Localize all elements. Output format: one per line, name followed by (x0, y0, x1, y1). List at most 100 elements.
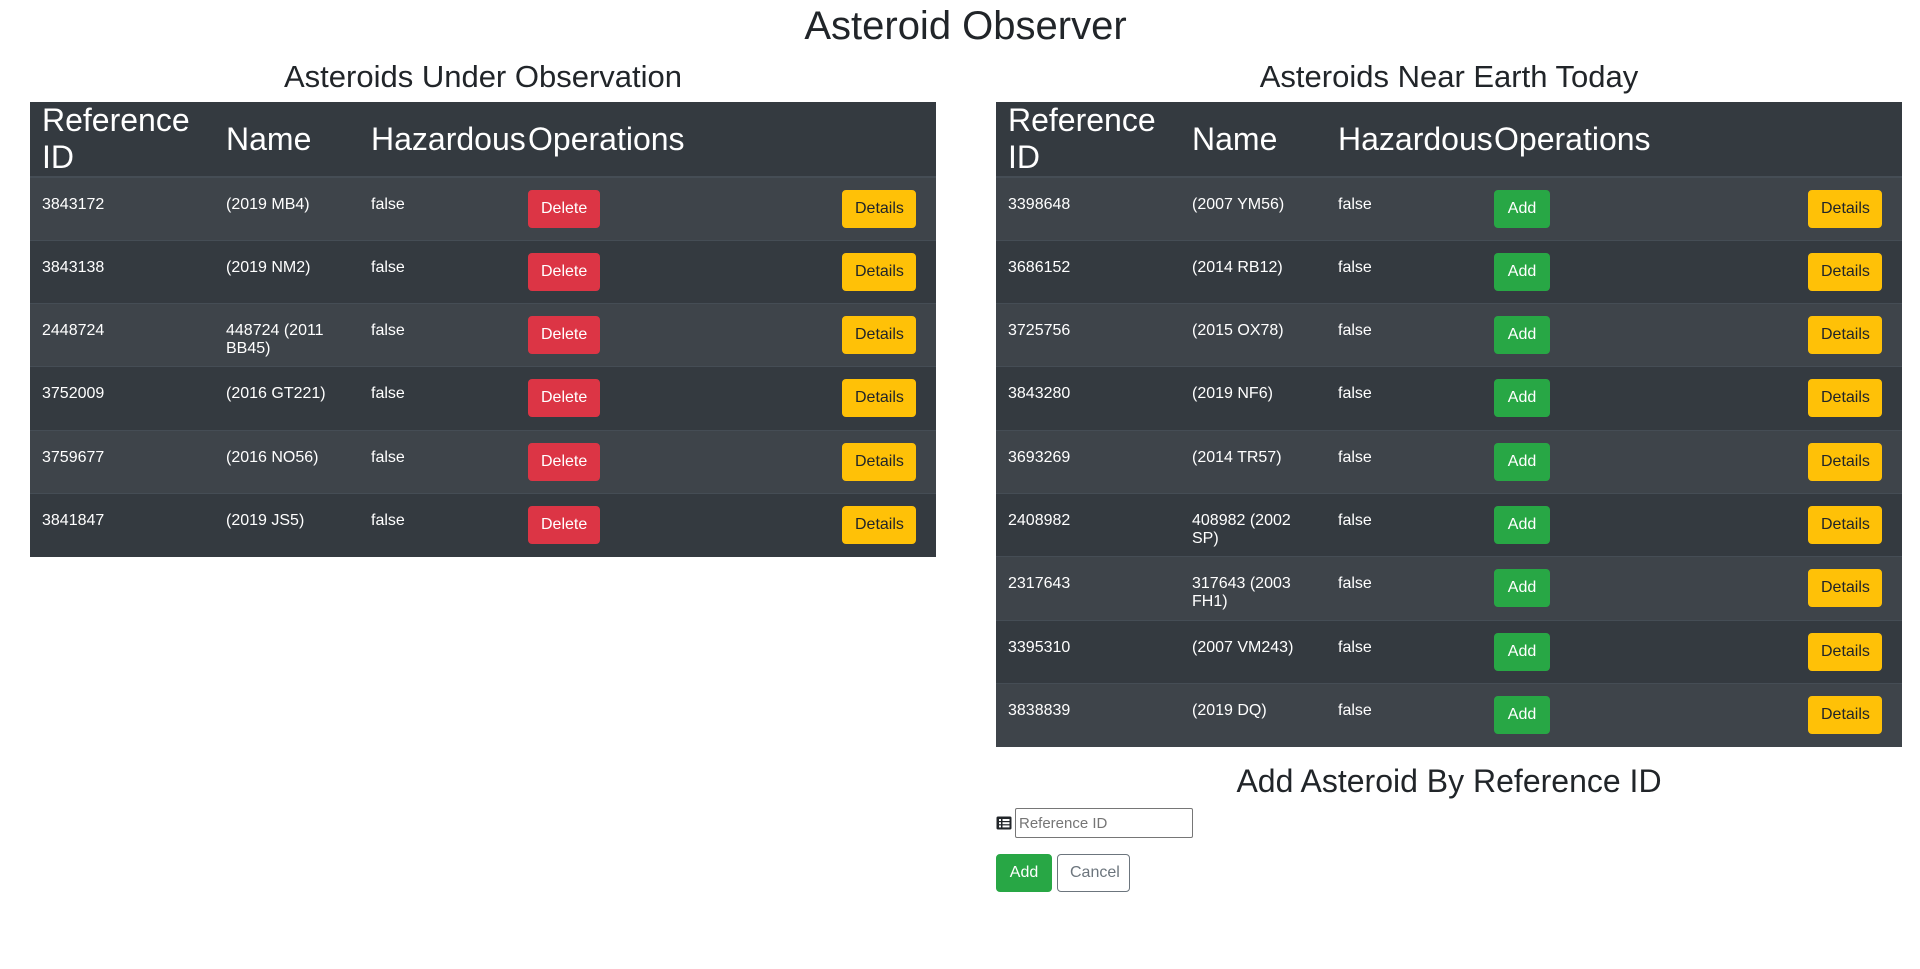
details-button[interactable]: Details (1808, 316, 1882, 355)
table-row: 3693269 (2014 TR57) false Add Details (996, 429, 1902, 494)
column-header-reference-id: Reference ID (996, 102, 1180, 178)
cell-operations: Add Details (1482, 556, 1902, 621)
cell-reference-id: 3843138 (30, 239, 214, 304)
delete-button[interactable]: Delete (528, 316, 600, 355)
delete-button[interactable]: Delete (528, 252, 600, 291)
table-header-row: Reference ID Name Hazardous Operations (996, 102, 1902, 178)
cell-name: (2016 GT221) (214, 366, 359, 431)
cell-operations: Delete Details (516, 366, 936, 431)
add-button[interactable]: Add (996, 854, 1052, 892)
add-asteroid-button[interactable]: Add (1494, 379, 1550, 418)
cell-name: (2014 RB12) (1180, 239, 1326, 304)
cell-reference-id: 3395310 (996, 619, 1180, 684)
add-asteroid-button[interactable]: Add (1494, 569, 1550, 608)
cell-operations: Add Details (1482, 176, 1902, 241)
cell-name: (2014 TR57) (1180, 429, 1326, 494)
cell-name: (2019 JS5) (214, 492, 359, 557)
near-earth-title: Asteroids Near Earth Today (1259, 59, 1639, 94)
table-row: 3759677 (2016 NO56) false Delete Details (30, 429, 936, 494)
column-header-operations: Operations (516, 102, 936, 178)
cell-hazardous: false (359, 239, 516, 304)
column-header-hazardous: Hazardous (1326, 102, 1493, 178)
column-header-reference-id: Reference ID (30, 102, 214, 178)
cell-hazardous: false (1326, 556, 1482, 621)
table-row: 3686152 (2014 RB12) false Add Details (996, 239, 1902, 304)
cell-operations: Add Details (1482, 619, 1902, 684)
cell-operations: Add Details (1482, 239, 1902, 304)
add-asteroid-button[interactable]: Add (1494, 316, 1550, 355)
details-button[interactable]: Details (1808, 569, 1882, 608)
reference-id-input[interactable] (1015, 808, 1193, 838)
cell-operations: Delete Details (516, 239, 936, 304)
cell-name: (2019 DQ) (1180, 682, 1326, 747)
cell-operations: Add Details (1482, 366, 1902, 431)
cell-name: 408982 (2002 SP) (1180, 492, 1326, 557)
add-asteroid-button[interactable]: Add (1494, 442, 1550, 481)
cell-name: (2016 NO56) (214, 429, 359, 494)
column-header-name: Name (1180, 102, 1326, 178)
cell-reference-id: 3841847 (30, 492, 214, 557)
details-button[interactable]: Details (1808, 442, 1882, 481)
cell-reference-id: 3838839 (996, 682, 1180, 747)
details-button[interactable]: Details (842, 505, 916, 544)
table-row: 3841847 (2019 JS5) false Delete Details (30, 492, 936, 557)
cell-reference-id: 3843172 (30, 176, 214, 241)
delete-button[interactable]: Delete (528, 505, 600, 544)
table-row: 3843138 (2019 NM2) false Delete Details (30, 239, 936, 304)
list-icon (996, 816, 1012, 830)
details-button[interactable]: Details (1808, 379, 1882, 418)
details-button[interactable]: Details (1808, 695, 1882, 734)
details-button[interactable]: Details (842, 379, 916, 418)
column-header-operations: Operations (1482, 102, 1902, 178)
cell-reference-id: 3686152 (996, 239, 1180, 304)
details-button[interactable]: Details (1808, 190, 1882, 228)
cell-reference-id: 3759677 (30, 429, 214, 494)
details-button[interactable]: Details (1808, 505, 1882, 544)
details-button[interactable]: Details (842, 190, 916, 228)
cell-hazardous: false (1326, 682, 1482, 747)
details-button[interactable]: Details (842, 252, 916, 291)
column-header-name: Name (214, 102, 359, 178)
table-row: 2408982 408982 (2002 SP) false Add Details (996, 492, 1902, 557)
add-asteroid-button[interactable]: Add (1494, 505, 1550, 544)
add-asteroid-button[interactable]: Add (1494, 252, 1550, 291)
observation-table-body: 3843172 (2019 MB4) false Delete Details 38431… (30, 176, 936, 557)
near-earth-panel: Asteroids Near Earth Today Reference ID … (996, 58, 1902, 747)
cell-reference-id: 2317643 (996, 556, 1180, 621)
add-asteroid-button[interactable]: Add (1494, 695, 1550, 734)
cell-reference-id: 3725756 (996, 303, 1180, 367)
cell-operations: Add Details (1482, 682, 1902, 747)
observation-panel: Asteroids Under Observation Reference ID… (30, 58, 936, 557)
cell-hazardous: false (359, 303, 516, 367)
cell-hazardous: false (1326, 239, 1482, 304)
table-header-row: Reference ID Name Hazardous Operations (30, 102, 936, 178)
cell-reference-id: 2448724 (30, 303, 214, 367)
cell-operations: Delete Details (516, 492, 936, 557)
delete-button[interactable]: Delete (528, 190, 600, 228)
details-button[interactable]: Details (1808, 632, 1882, 671)
table-row: 2317643 317643 (2003 FH1) false Add Details (996, 556, 1902, 621)
details-button[interactable]: Details (1808, 252, 1882, 291)
cell-reference-id: 3398648 (996, 176, 1180, 241)
cell-hazardous: false (359, 366, 516, 431)
form-button-row: Add Cancel (996, 854, 1130, 892)
add-asteroid-button[interactable]: Add (1494, 632, 1550, 671)
delete-button[interactable]: Delete (528, 379, 600, 418)
cell-name: (2019 NM2) (214, 239, 359, 304)
cell-reference-id: 3752009 (30, 366, 214, 431)
cell-hazardous: false (1326, 429, 1482, 494)
cell-reference-id: 3693269 (996, 429, 1180, 494)
cell-hazardous: false (359, 492, 516, 557)
near-earth-table-body: 3398648 (2007 YM56) false Add Details 3686152… (996, 176, 1902, 747)
details-button[interactable]: Details (842, 316, 916, 355)
add-asteroid-title: Add Asteroid By Reference ID (1236, 763, 1662, 799)
add-asteroid-button[interactable]: Add (1494, 190, 1550, 228)
reference-input-row (996, 808, 1193, 838)
table-row: 3838839 (2019 DQ) false Add Details (996, 682, 1902, 747)
delete-button[interactable]: Delete (528, 442, 600, 481)
details-button[interactable]: Details (842, 442, 916, 481)
cell-reference-id: 2408982 (996, 492, 1180, 557)
observation-table: Reference ID Name Hazardous Operations 3… (30, 102, 936, 557)
cancel-button[interactable]: Cancel (1057, 854, 1130, 892)
cell-hazardous: false (1326, 492, 1482, 557)
